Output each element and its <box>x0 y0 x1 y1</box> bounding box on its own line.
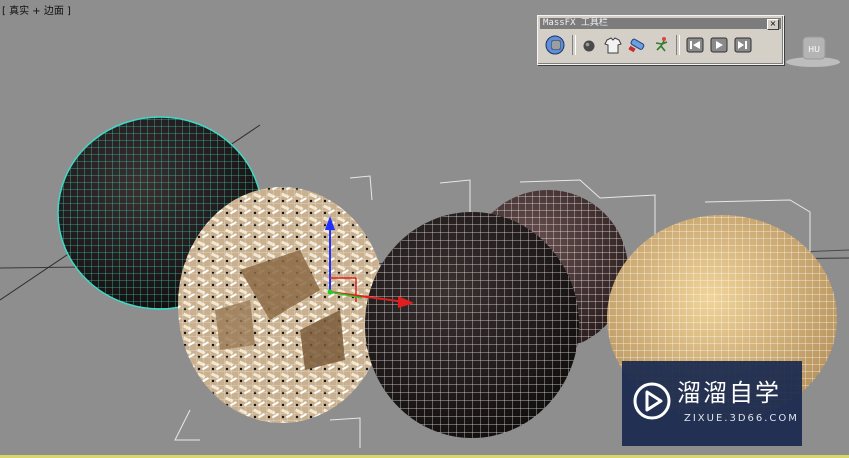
mcloth-button[interactable] <box>602 34 624 56</box>
ragdoll-button[interactable] <box>650 34 672 56</box>
close-button[interactable]: × <box>767 19 779 30</box>
viewport-label[interactable]: [ 真实 + 边面 ] <box>2 2 71 17</box>
rigid-body-button[interactable] <box>578 34 600 56</box>
massfx-titlebar[interactable]: MassFX 工具栏 × <box>540 18 781 30</box>
massfx-title: MassFX 工具栏 <box>543 18 608 28</box>
play-logo-icon <box>633 382 671 420</box>
mcloth-icon <box>604 37 622 54</box>
step-simulation-button[interactable] <box>732 34 754 56</box>
toolbar-separator <box>676 35 680 55</box>
sphere-dark-front <box>365 212 579 438</box>
play-simulation-icon <box>710 37 728 53</box>
watermark: 溜溜自学 ZIXUE.3D66.COM <box>622 361 802 446</box>
play-simulation-button[interactable] <box>708 34 730 56</box>
step-simulation-icon <box>734 37 752 53</box>
sphere-fractured <box>178 187 386 423</box>
world-params-button[interactable] <box>544 34 566 56</box>
watermark-subtitle: ZIXUE.3D66.COM <box>684 413 799 424</box>
hu-badge[interactable]: HU <box>785 35 841 69</box>
world-params-icon <box>545 35 565 55</box>
reset-simulation-button[interactable] <box>684 34 706 56</box>
massfx-toolbar[interactable]: MassFX 工具栏 × <box>537 15 784 65</box>
watermark-title: 溜溜自学 <box>677 379 781 407</box>
reset-simulation-icon <box>686 37 704 53</box>
toolbar-separator <box>572 35 576 55</box>
ragdoll-icon <box>655 37 668 52</box>
constraint-icon <box>628 38 645 53</box>
constraint-button[interactable] <box>626 34 648 56</box>
rigid-body-icon <box>583 40 595 52</box>
hu-badge-text: HU <box>808 45 820 54</box>
